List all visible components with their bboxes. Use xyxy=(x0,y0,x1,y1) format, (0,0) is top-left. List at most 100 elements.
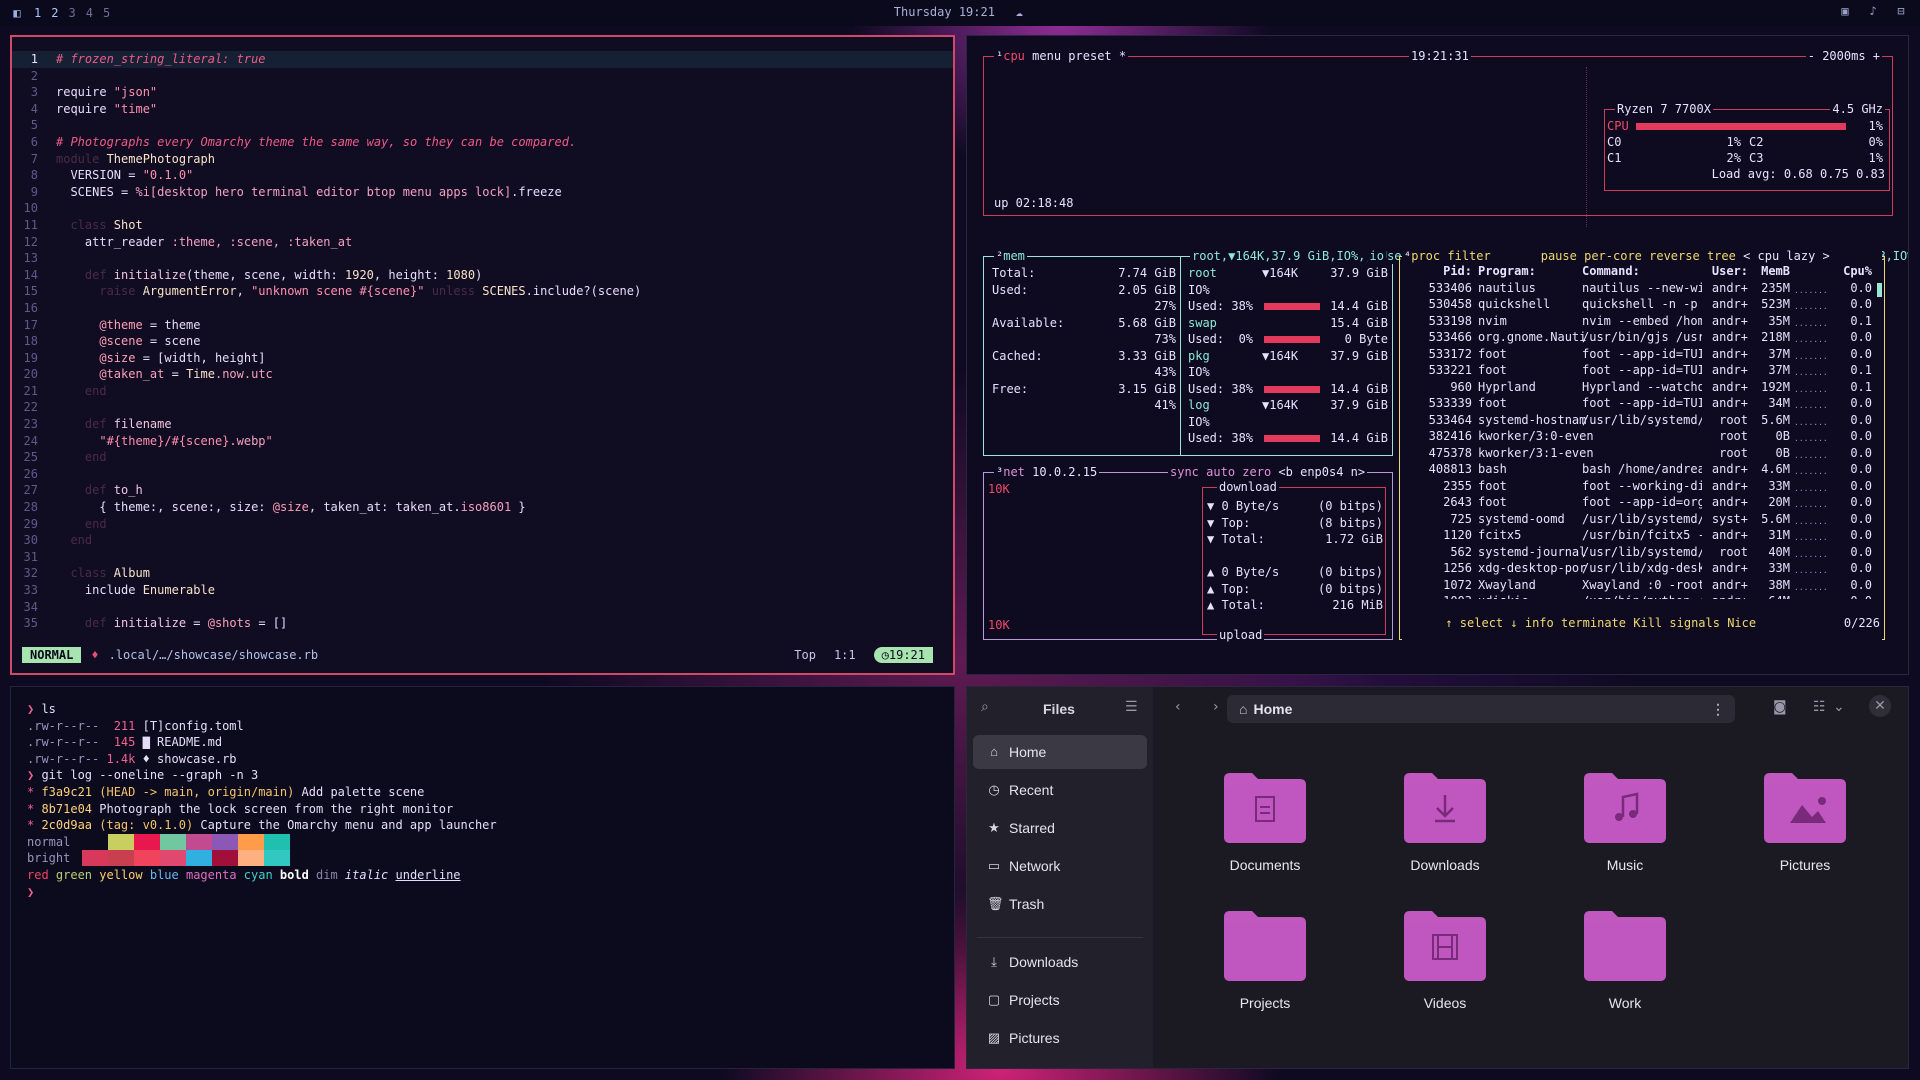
folder-music[interactable]: Music xyxy=(1555,771,1695,881)
proc-row[interactable]: 533464 systemd-hostnam/usr/lib/systemd/s r… xyxy=(1402,412,1882,429)
editor-line[interactable]: 6 # Photographs every Omarchy theme the s… xyxy=(12,134,953,151)
editor-line[interactable]: 35 def initialize = @shots = [] xyxy=(12,615,953,632)
editor-line[interactable]: 24 "#{theme}/#{scene}.webp" xyxy=(12,433,953,450)
clock[interactable]: Thursday 19:21 xyxy=(894,5,995,19)
workspace-3[interactable]: 3 xyxy=(68,6,75,20)
filter-button[interactable]: filter xyxy=(1447,249,1490,263)
editor-line[interactable]: 17 @theme = theme xyxy=(12,317,953,334)
editor-line[interactable]: 11 class Shot xyxy=(12,217,953,234)
sidebar-item-network[interactable]: ▭ Network xyxy=(973,849,1147,883)
sidebar-item-home[interactable]: ⌂ Home xyxy=(973,735,1147,769)
forward-icon[interactable]: › xyxy=(1213,699,1219,715)
editor-line[interactable]: 9 SCENES = %i[desktop hero terminal edit… xyxy=(12,184,953,201)
editor-line[interactable]: 20 @taken_at = Time.now.utc xyxy=(12,366,953,383)
sidebar-item-recent[interactable]: ◷ Recent xyxy=(973,773,1147,807)
camera-icon[interactable]: ◙ xyxy=(1773,699,1787,715)
proc-row[interactable]: 533339 foot foot --app-id=TUI. andr+ 34M 0.0.… xyxy=(1402,395,1882,412)
editor-line[interactable]: 12 attr_reader :theme, :scene, :taken_at xyxy=(12,234,953,251)
editor-line[interactable]: 29 end xyxy=(12,516,953,533)
location-bar[interactable]: ⌂ Home ⋮ xyxy=(1227,695,1735,723)
folder-videos[interactable]: Videos xyxy=(1375,909,1515,1019)
volume-icon[interactable]: ♪ xyxy=(1866,4,1880,18)
info-button[interactable]: info xyxy=(1525,616,1554,630)
folder-pictures[interactable]: Pictures xyxy=(1735,771,1875,881)
editor-line[interactable]: 26 xyxy=(12,466,953,483)
net-zero[interactable]: zero xyxy=(1242,465,1271,479)
process-table[interactable]: Pid: Program: Command: User: MemB Cpu% 533406 n… xyxy=(1402,263,1882,626)
editor-line[interactable]: 25 end xyxy=(12,449,953,466)
proc-row[interactable]: 1120 fcitx5/usr/bin/fcitx5 -- andr+ 31M 0.0.… xyxy=(1402,527,1882,544)
tree-toggle[interactable]: tree xyxy=(1707,249,1736,263)
folder-documents[interactable]: Documents xyxy=(1195,771,1335,881)
editor-buffer[interactable]: 1 # frozen_string_literal: true 2 3 require … xyxy=(12,51,953,632)
editor-line[interactable]: 8 VERSION = "0.1.0" xyxy=(12,167,953,184)
proc-header-row[interactable]: Pid: Program: Command: User: MemB Cpu% xyxy=(1402,263,1882,280)
reverse-toggle[interactable]: reverse xyxy=(1649,249,1700,263)
folder-downloads[interactable]: Downloads xyxy=(1375,771,1515,881)
editor-line[interactable]: 34 xyxy=(12,599,953,616)
proc-row[interactable]: 1072 Xwayland Xwayland :0 -rootl andr+ 38M 0.… xyxy=(1402,577,1882,594)
editor-line[interactable]: 28 { theme:, scene:, size: @size, taken_… xyxy=(12,499,953,516)
files-window[interactable]: ⌕ Files ☰ ⌂ Home ◷ Recent ★ Starred ▭ Network 🗑 T… xyxy=(966,686,1909,1069)
close-icon[interactable]: ✕ xyxy=(1869,695,1891,717)
net-auto[interactable]: auto xyxy=(1206,465,1235,479)
proc-row[interactable]: 2355 foot foot --working-dir andr+ 33M 0.0...… xyxy=(1402,478,1882,495)
screen-record-icon[interactable]: ▣ xyxy=(1838,4,1852,18)
per-core-toggle[interactable]: per-core xyxy=(1584,249,1642,263)
terminate-button[interactable]: terminate xyxy=(1561,616,1626,630)
search-icon[interactable]: ⌕ xyxy=(981,699,989,715)
folder-work[interactable]: Work xyxy=(1555,909,1695,1019)
btop-monitor[interactable]: ¹cpu menu preset * 19:21:31 - 2000ms + u… xyxy=(966,35,1909,675)
proc-row[interactable]: 408813 bash bash /home/andreas andr+ 4.6M 0.0… xyxy=(1402,461,1882,478)
sidebar-bookmark-pictures[interactable]: ▨ Pictures xyxy=(973,1021,1147,1055)
proc-row[interactable]: 533221 foot foot --app-id=TUI. andr+ 37M 0.1.… xyxy=(1402,362,1882,379)
menu-button[interactable]: menu xyxy=(1032,49,1061,63)
editor-line[interactable]: 2 xyxy=(12,68,953,85)
kill-button[interactable]: Kill xyxy=(1633,616,1662,630)
sidebar-bookmark-downloads[interactable]: ⤓ Downloads xyxy=(973,945,1147,979)
weather-cloud-icon[interactable]: ☁ xyxy=(1012,5,1026,19)
omarchy-menu-icon[interactable]: ◧ xyxy=(10,6,24,20)
editor-line[interactable]: 33 include Enumerable xyxy=(12,582,953,599)
net-sync[interactable]: sync xyxy=(1170,465,1199,479)
proc-row[interactable]: 533406 nautilus nautilus --new-win andr+ 235… xyxy=(1402,280,1882,297)
proc-row[interactable]: 382416 kworker/3:0-even root 0B 0.0....... xyxy=(1402,428,1882,445)
editor-line[interactable]: 1 # frozen_string_literal: true xyxy=(12,51,953,68)
terminal[interactable]: ❯ ls .rw-r--r-- 211 [T]config.toml .rw-r--… xyxy=(10,686,955,1069)
sidebar-bookmark-projects[interactable]: ▢ Projects xyxy=(973,983,1147,1017)
view-options-chevron-icon[interactable]: ⌄ xyxy=(1833,699,1845,715)
editor-line[interactable]: 27 def to_h xyxy=(12,482,953,499)
editor-line[interactable]: 21 end xyxy=(12,383,953,400)
editor-line[interactable]: 30 end xyxy=(12,532,953,549)
editor-line[interactable]: 3 require "json" xyxy=(12,84,953,101)
signals-button[interactable]: signals xyxy=(1669,616,1720,630)
editor-line[interactable]: 32 class Album xyxy=(12,565,953,582)
editor-line[interactable]: 10 xyxy=(12,200,953,217)
editor-line[interactable]: 13 xyxy=(12,250,953,267)
editor-line[interactable]: 7 module ThemePhotograph xyxy=(12,151,953,168)
neovim-editor[interactable]: 1 # frozen_string_literal: true 2 3 require … xyxy=(10,35,955,675)
workspace-2[interactable]: 2 xyxy=(51,6,58,20)
list-view-icon[interactable]: ☷ xyxy=(1813,699,1826,715)
editor-line[interactable]: 31 xyxy=(12,549,953,566)
sort-selector[interactable]: < cpu lazy > xyxy=(1743,249,1830,263)
select-keys[interactable]: ↑ select ↓ xyxy=(1445,616,1517,630)
io-toggle[interactable]: io xyxy=(1367,248,1386,264)
proc-row[interactable]: 533172 foot foot --app-id=TUI. andr+ 37M 0.0.… xyxy=(1402,346,1882,363)
editor-line[interactable]: 5 xyxy=(12,117,953,134)
folder-projects[interactable]: Projects xyxy=(1195,909,1335,1019)
editor-line[interactable]: 15 raise ArgumentError, "unknown scene #… xyxy=(12,283,953,300)
proc-row[interactable]: 725 systemd-oomd/usr/lib/systemd/s syst+ 5.… xyxy=(1402,511,1882,528)
proc-row[interactable]: 475378 kworker/3:1-even root 0B 0.0....... xyxy=(1402,445,1882,462)
editor-line[interactable]: 23 def filename xyxy=(12,416,953,433)
proc-row[interactable]: 562 systemd-journal/usr/lib/systemd/s root… xyxy=(1402,544,1882,561)
pause-button[interactable]: pause xyxy=(1541,249,1577,263)
network-icon[interactable]: ⊟ xyxy=(1894,4,1908,18)
proc-row[interactable]: 533198 nvim nvim --embed /home andr+ 35M 0.1.… xyxy=(1402,313,1882,330)
location-menu-icon[interactable]: ⋮ xyxy=(1711,701,1725,718)
back-icon[interactable]: ‹ xyxy=(1175,699,1181,715)
terminal-output[interactable]: ❯ ls .rw-r--r-- 211 [T]config.toml .rw-r--… xyxy=(27,701,497,900)
sidebar-item-starred[interactable]: ★ Starred xyxy=(973,811,1147,845)
editor-line[interactable]: 22 xyxy=(12,399,953,416)
workspace-5[interactable]: 5 xyxy=(103,6,110,20)
